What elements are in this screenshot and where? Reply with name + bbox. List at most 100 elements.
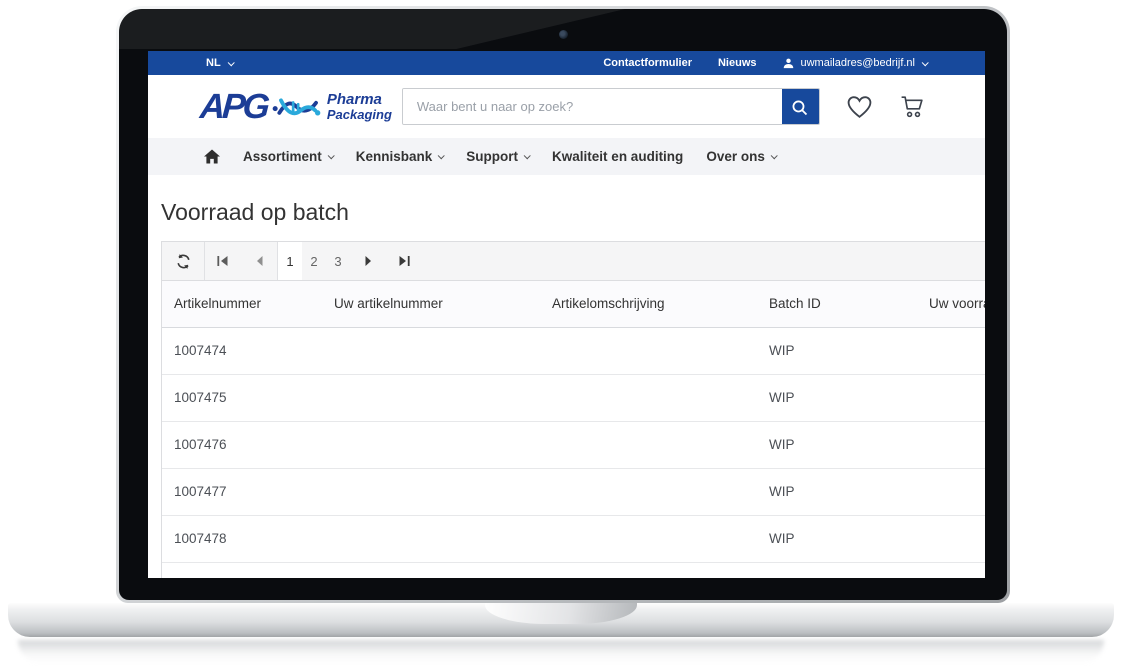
cell-artikelnummer: 1007474 <box>162 328 322 374</box>
column-header-uw-voorraad[interactable]: Uw voorraad <box>917 281 985 327</box>
page-number-3[interactable]: 3 <box>326 242 350 280</box>
laptop-base <box>8 603 1114 637</box>
nav-item-assortiment[interactable]: Assortiment <box>243 149 333 164</box>
cell-artikelomschrijving <box>540 469 757 515</box>
column-header-uw-artikelnummer[interactable]: Uw artikelnummer <box>322 281 540 327</box>
cell-artikelnummer: 1007475 <box>162 375 322 421</box>
chevron-down-icon <box>771 152 778 159</box>
table-row[interactable]: 1007476 WIP <box>162 422 985 469</box>
logo-brand-text: APG <box>199 89 268 124</box>
cell-artikelomschrijving <box>540 375 757 421</box>
batch-stock-grid: 1 2 3 <box>161 241 985 578</box>
table-row[interactable]: 1007478 WIP <box>162 516 985 563</box>
first-page-icon <box>216 255 230 267</box>
contact-form-link[interactable]: Contactformulier <box>603 57 692 69</box>
screen-viewport: NL Contactformulier Nieuws uwmailadres@b… <box>148 51 985 578</box>
cell-batch-id: WIP <box>757 516 917 562</box>
chevron-down-icon <box>922 59 929 66</box>
nav-item-support[interactable]: Support <box>466 149 529 164</box>
page-number-2[interactable]: 2 <box>302 242 326 280</box>
nav-item-kwaliteit-en-auditing[interactable]: Kwaliteit en auditing <box>552 149 683 164</box>
next-page-icon <box>364 255 373 267</box>
table-row-partial <box>162 563 985 578</box>
next-page-button[interactable] <box>350 242 386 280</box>
cell-artikelnummer: 1007478 <box>162 516 322 562</box>
table-row[interactable]: 1007474 WIP <box>162 328 985 375</box>
nav-item-label: Assortiment <box>243 149 322 164</box>
cell-batch-id: WIP <box>757 422 917 468</box>
laptop-base-notch <box>485 603 637 624</box>
cell-artikelnummer: 1007476 <box>162 422 322 468</box>
nav-item-label: Support <box>466 149 518 164</box>
logo-tagline: Pharma Packaging <box>327 92 392 121</box>
laptop-bezel: NL Contactformulier Nieuws uwmailadres@b… <box>119 9 1007 600</box>
cell-uw-artikelnummer <box>322 328 540 374</box>
table-row[interactable]: 1007475 WIP <box>162 375 985 422</box>
cell-uw-artikelnummer <box>322 516 540 562</box>
column-header-batch-id[interactable]: Batch ID <box>757 281 917 327</box>
nav-item-kennisbank[interactable]: Kennisbank <box>356 149 444 164</box>
last-page-button[interactable] <box>386 242 422 280</box>
previous-page-button[interactable] <box>241 242 277 280</box>
main-content: Voorraad op batch <box>148 199 985 578</box>
cell-uw-artikelnummer <box>322 422 540 468</box>
laptop-mockup: NL Contactformulier Nieuws uwmailadres@b… <box>0 0 1122 669</box>
cell-batch-id: WIP <box>757 469 917 515</box>
logo[interactable]: APG Pharma Packaging <box>200 88 392 126</box>
user-icon <box>783 58 794 69</box>
chevron-down-icon <box>524 152 531 159</box>
webpage: NL Contactformulier Nieuws uwmailadres@b… <box>148 51 985 578</box>
account-menu[interactable]: uwmailadres@bedrijf.nl <box>783 57 928 69</box>
webcam-icon <box>559 30 568 39</box>
cell-batch-id: WIP <box>757 328 917 374</box>
cell-artikelomschrijving <box>540 328 757 374</box>
bezel-glare <box>119 9 1007 49</box>
laptop-reflection <box>18 640 1104 664</box>
previous-page-icon <box>255 255 264 267</box>
search-icon <box>791 99 809 117</box>
cell-uw-artikelnummer <box>322 469 540 515</box>
home-icon <box>204 149 220 164</box>
page-number-1[interactable]: 1 <box>278 242 302 280</box>
cell-uw-voorraad <box>917 422 985 468</box>
chevron-down-icon <box>438 152 445 159</box>
search-input[interactable] <box>403 89 782 124</box>
cell-batch-id: WIP <box>757 375 917 421</box>
table-row[interactable]: 1007477 WIP <box>162 469 985 516</box>
column-header-artikelnummer[interactable]: Artikelnummer <box>162 281 322 327</box>
cart-icon <box>899 94 926 119</box>
chevron-down-icon <box>327 152 334 159</box>
cell-artikelnummer: 1007477 <box>162 469 322 515</box>
language-selector[interactable]: NL <box>206 57 233 69</box>
logo-tagline-line1: Pharma <box>327 92 392 108</box>
logo-tagline-line2: Packaging <box>327 108 392 122</box>
nav-item-label: Over ons <box>706 149 765 164</box>
last-page-icon <box>397 255 411 267</box>
first-page-button[interactable] <box>205 242 241 280</box>
cell-uw-voorraad <box>917 328 985 374</box>
cell-uw-voorraad <box>917 469 985 515</box>
cell-uw-voorraad <box>917 516 985 562</box>
cell-uw-voorraad <box>917 375 985 421</box>
chevron-down-icon <box>227 59 234 66</box>
nav-item-over-ons[interactable]: Over ons <box>706 149 776 164</box>
search-button[interactable] <box>782 89 819 125</box>
heart-icon <box>846 95 873 119</box>
news-link[interactable]: Nieuws <box>718 57 757 69</box>
grid-pager: 1 2 3 <box>162 242 985 281</box>
column-header-artikelomschrijving[interactable]: Artikelomschrijving <box>540 281 757 327</box>
nav-item-label: Kwaliteit en auditing <box>552 149 683 164</box>
search-bar <box>402 88 820 125</box>
laptop-screen-frame: NL Contactformulier Nieuws uwmailadres@b… <box>116 6 1010 603</box>
nav-home[interactable] <box>204 149 220 164</box>
refresh-icon <box>175 253 192 270</box>
top-utility-bar: NL Contactformulier Nieuws uwmailadres@b… <box>148 51 985 75</box>
refresh-button[interactable] <box>162 242 204 280</box>
cart-button[interactable] <box>899 94 926 119</box>
table-header-row: Artikelnummer Uw artikelnummer Artikelom… <box>162 281 985 328</box>
page-title: Voorraad op batch <box>161 199 972 226</box>
main-nav: Assortiment Kennisbank Support Kwal <box>148 138 985 175</box>
wishlist-button[interactable] <box>846 95 873 119</box>
site-header: APG Pharma Packaging <box>148 75 985 138</box>
account-email: uwmailadres@bedrijf.nl <box>801 57 916 69</box>
